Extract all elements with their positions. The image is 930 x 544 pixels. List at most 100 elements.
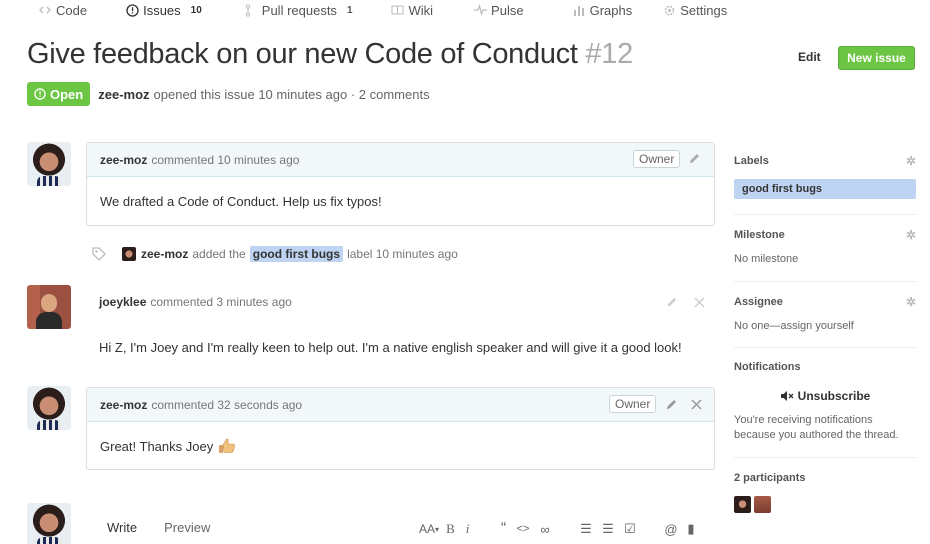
settings-icon xyxy=(662,3,676,17)
tab-code-label: Code xyxy=(56,2,88,18)
caret-down-icon: ▾ xyxy=(435,524,440,534)
tab-issues-label: Issues xyxy=(143,2,181,18)
quote-button[interactable]: “ xyxy=(495,520,512,538)
tab-preview[interactable]: Preview xyxy=(164,520,210,535)
tab-issues[interactable]: Issues 10 xyxy=(125,3,202,18)
milestone-heading-text: Milestone xyxy=(734,229,785,241)
tab-settings-label: Settings xyxy=(680,2,728,18)
code-icon xyxy=(38,3,52,17)
label-event: zee-moz added the good first bugs label … xyxy=(92,246,458,262)
pulse-icon xyxy=(473,3,487,17)
new-issue-button[interactable]: New issue xyxy=(838,46,915,70)
avatar[interactable] xyxy=(754,496,771,513)
ordered-list-button[interactable]: ☰ xyxy=(597,521,619,537)
code-button[interactable]: <> xyxy=(512,523,534,535)
issue-meta-text: opened this issue 10 minutes ago · 2 com… xyxy=(153,86,430,102)
close-icon[interactable] xyxy=(694,297,705,308)
sidebar-milestone: Milestone ✲ No milestone xyxy=(734,228,916,265)
editor-tabs: Write Preview xyxy=(107,520,210,535)
tab-pull-requests[interactable]: Pull requests 1 xyxy=(244,3,353,18)
comment-timestamp[interactable]: commented 32 seconds ago xyxy=(151,398,302,412)
gear-icon[interactable]: ✲ xyxy=(906,154,916,168)
saved-reply-button[interactable]: ▮ xyxy=(682,521,700,537)
sidebar-divider xyxy=(734,214,916,215)
sidebar-assignee: Assignee ✲ No one—assign yourself xyxy=(734,295,916,332)
tab-pulse[interactable]: Pulse xyxy=(473,3,524,18)
comment: joeyklee commented 3 minutes ago Hi Z, I… xyxy=(86,285,715,363)
owner-badge: Owner xyxy=(633,150,681,168)
tab-write[interactable]: Write xyxy=(107,520,137,535)
comment-body-text: Great! Thanks Joey xyxy=(100,438,214,454)
comment-timestamp[interactable]: commented 10 minutes ago xyxy=(151,153,299,167)
tab-wiki[interactable]: Wiki xyxy=(391,2,434,18)
labels-heading-text: Labels xyxy=(734,155,769,167)
assign-yourself-link[interactable]: No one—assign yourself xyxy=(734,320,916,332)
tab-settings[interactable]: Settings xyxy=(662,3,727,18)
mention-button[interactable]: @ xyxy=(660,522,682,537)
comment-header: zee-moz commented 32 seconds ago Owner xyxy=(87,388,714,422)
edit-button[interactable]: Edit xyxy=(798,50,821,64)
labels-heading: Labels ✲ xyxy=(734,154,916,168)
comment: zee-moz commented 10 minutes ago Owner W… xyxy=(86,142,715,226)
avatar[interactable] xyxy=(27,285,71,329)
comment-author[interactable]: zee-moz xyxy=(100,153,147,167)
comment-timestamp[interactable]: commented 3 minutes ago xyxy=(150,295,291,309)
tab-graphs[interactable]: Graphs xyxy=(572,3,632,18)
thumbs-up-icon xyxy=(219,438,236,453)
owner-badge: Owner xyxy=(609,395,657,413)
text-size-button[interactable]: AA ▾ xyxy=(416,522,442,536)
milestone-heading: Milestone ✲ xyxy=(734,228,916,242)
tab-code[interactable]: Code xyxy=(38,3,87,18)
gear-icon[interactable]: ✲ xyxy=(906,295,916,309)
link-button[interactable]: ∞ xyxy=(534,522,556,537)
task-list-button[interactable]: ☑ xyxy=(619,521,641,537)
markdown-toolbar: AA ▾ B i “ <> ∞ ☰ ☰ ☑ @ ▮ xyxy=(416,520,700,538)
issues-count: 10 xyxy=(190,4,202,16)
participants-list xyxy=(734,496,916,513)
event-author[interactable]: zee-moz xyxy=(141,247,188,261)
avatar[interactable] xyxy=(27,503,71,544)
gear-icon[interactable]: ✲ xyxy=(906,228,916,242)
avatar[interactable] xyxy=(27,142,71,186)
issue-meta: Open zee-moz opened this issue 10 minute… xyxy=(27,82,430,106)
comment-header: joeyklee commented 3 minutes ago xyxy=(86,285,715,319)
bold-button[interactable]: B xyxy=(442,521,459,537)
comment-body: Great! Thanks Joey xyxy=(87,422,714,470)
comment-author[interactable]: zee-moz xyxy=(100,398,147,412)
pencil-icon[interactable] xyxy=(666,296,678,308)
unsubscribe-button[interactable]: Unsubscribe xyxy=(734,389,916,403)
pencil-icon[interactable] xyxy=(665,398,678,411)
tab-wiki-label: Wiki xyxy=(408,2,434,18)
italic-button[interactable]: i xyxy=(459,521,476,537)
participants-heading-text: 2 participants xyxy=(734,472,806,484)
comment-body: We drafted a Code of Conduct. Help us fi… xyxy=(100,193,382,209)
comment-header: zee-moz commented 10 minutes ago Owner xyxy=(87,143,714,177)
close-icon[interactable] xyxy=(691,399,702,410)
notifications-heading: Notifications xyxy=(734,361,916,373)
notifications-note-line2: because you authored the thread. xyxy=(734,429,899,441)
event-text-post: label 10 minutes ago xyxy=(347,247,458,261)
comment-body: Hi Z, I'm Joey and I'm really keen to he… xyxy=(99,339,682,355)
issue-title-text: Give feedback on our new Code of Conduct xyxy=(27,38,578,70)
avatar[interactable] xyxy=(122,247,136,261)
issue-number: #12 xyxy=(585,38,633,70)
issue-author-link[interactable]: zee-moz xyxy=(98,87,149,102)
mute-icon xyxy=(780,391,794,401)
comment-actions xyxy=(688,152,701,165)
participants-heading: 2 participants xyxy=(734,472,916,484)
notifications-note-line1: You're receiving notifications xyxy=(734,414,873,426)
sidebar-label-item[interactable]: good first bugs xyxy=(734,179,916,199)
comment-author[interactable]: joeyklee xyxy=(99,295,146,309)
event-text-pre: added the xyxy=(192,247,246,261)
pencil-icon[interactable] xyxy=(688,152,701,165)
sidebar-divider xyxy=(734,281,916,282)
label-badge[interactable]: good first bugs xyxy=(249,246,344,262)
sidebar-divider xyxy=(734,457,916,458)
avatar[interactable] xyxy=(27,386,71,430)
comment-actions xyxy=(666,296,705,308)
unordered-list-button[interactable]: ☰ xyxy=(575,521,597,537)
sidebar-labels: Labels ✲ good first bugs xyxy=(734,154,916,199)
avatar[interactable] xyxy=(734,496,751,513)
tab-pull-requests-label: Pull requests xyxy=(261,2,337,18)
graphs-icon xyxy=(572,3,586,17)
